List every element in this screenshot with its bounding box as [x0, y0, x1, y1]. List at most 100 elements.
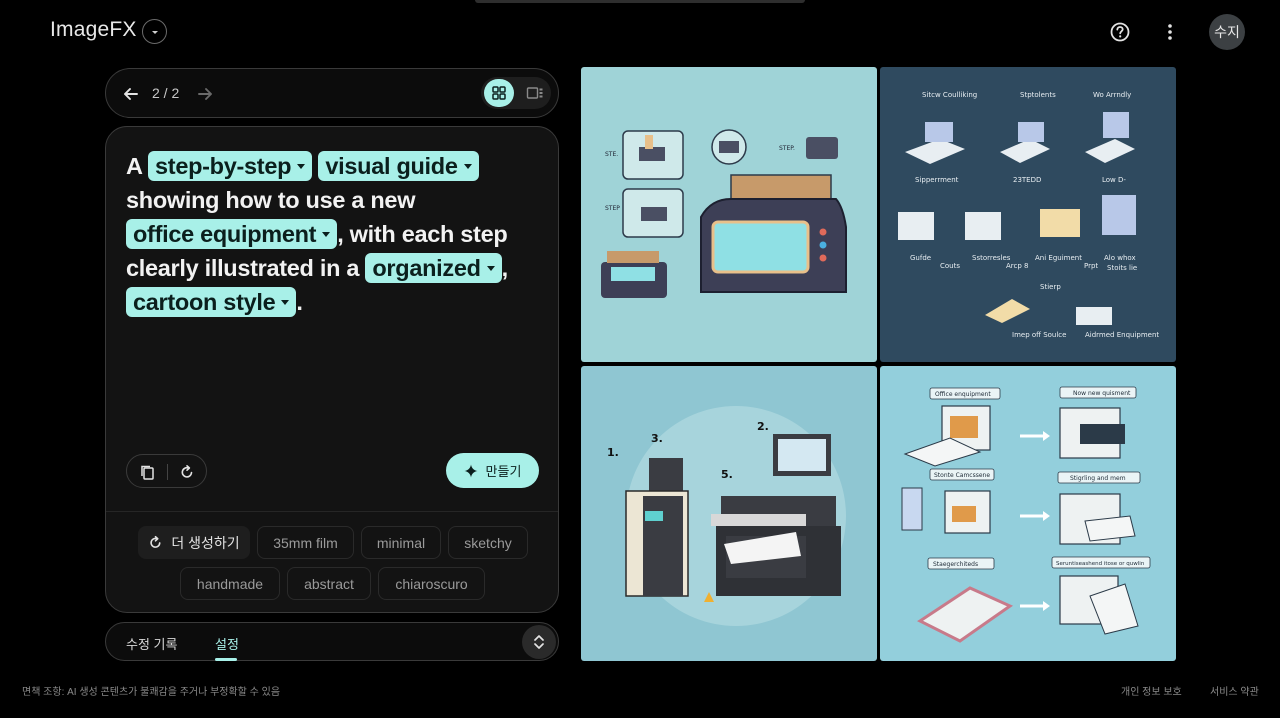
step-caption: Office enquipment	[935, 391, 991, 398]
diagram-label: Sstorresles	[972, 254, 1011, 262]
diagram-label: 23TEDD	[1013, 176, 1041, 184]
image-counter: 2 / 2	[152, 85, 180, 101]
diagram-label: Alo whox	[1104, 254, 1136, 262]
diagram-label: Prpt	[1084, 262, 1098, 270]
help-button[interactable]	[1108, 20, 1132, 44]
bottom-tabs: 수정 기록 설정	[105, 622, 559, 661]
more-options-button[interactable]	[1158, 20, 1182, 44]
single-view-button[interactable]	[521, 79, 549, 107]
prompt-text-segment: showing how to use a new	[126, 187, 416, 213]
chevron-down-icon	[281, 299, 290, 305]
generated-image-3[interactable]: 1. 3. 2. 5.	[581, 366, 877, 661]
suggestion-chip[interactable]: abstract	[287, 567, 371, 600]
suggestion-chip[interactable]: handmade	[180, 567, 280, 600]
image-navigation: 2 / 2	[105, 68, 559, 118]
prompt-chip[interactable]: visual guide	[318, 151, 479, 181]
copy-button[interactable]	[137, 462, 157, 482]
top-progress-line	[475, 0, 805, 3]
prompt-chip-label: cartoon style	[133, 289, 276, 315]
refresh-icon	[181, 465, 193, 478]
image-illustration: Office enquipment Now new quisment Stont…	[901, 386, 1151, 643]
tab-history[interactable]: 수정 기록	[126, 634, 177, 653]
top-bar: ImageFX 수지	[0, 0, 1280, 64]
step-number: 2.	[757, 420, 769, 433]
disclaimer-text: 면책 조항: AI 생성 콘텐츠가 불쾌감을 주거나 부정확할 수 있음	[22, 687, 281, 698]
prompt-tools	[126, 454, 207, 488]
chevron-down-icon	[297, 163, 306, 169]
view-toggle	[481, 77, 551, 109]
suggestion-chip[interactable]: chiaroscuro	[378, 567, 485, 600]
tab-settings[interactable]: 설정	[215, 634, 239, 653]
more-vert-icon	[1168, 24, 1172, 40]
image-illustration: Sitcw Coulliking Stptolents Wo Arrndly S…	[898, 91, 1159, 339]
image-illustration: 1. 3. 2. 5.	[607, 406, 846, 626]
grid-icon	[492, 86, 506, 100]
generated-image-2[interactable]: Sitcw Coulliking Stptolents Wo Arrndly S…	[880, 67, 1176, 362]
suggestion-chip[interactable]: minimal	[361, 526, 441, 559]
expand-panel-button[interactable]	[522, 625, 556, 659]
reset-button[interactable]	[177, 462, 197, 482]
prompt-text[interactable]: A step-by-step visual guide showing how …	[126, 149, 546, 319]
prompt-chip-label: step-by-step	[155, 153, 292, 179]
single-view-icon	[526, 87, 543, 99]
terms-link[interactable]: 서비스 약관	[1210, 683, 1259, 698]
prompt-chip[interactable]: step-by-step	[148, 151, 313, 181]
diagram-label: Stierp	[1040, 283, 1061, 291]
step-label: STEP	[605, 205, 620, 212]
more-suggestions-label: 더 생성하기	[171, 534, 240, 551]
diagram-label: Sipperrment	[915, 176, 959, 184]
diagram-label: Ani Eguiment	[1035, 254, 1082, 262]
image-illustration: STE. STEP. STEP	[601, 129, 847, 298]
grid-view-button[interactable]	[484, 79, 514, 107]
prompt-text-segment: ,	[501, 255, 509, 281]
suggestion-chip[interactable]: 35mm film	[257, 526, 354, 559]
diagram-label: Stptolents	[1020, 91, 1056, 99]
step-number: 1.	[607, 446, 619, 459]
diagram-label: Low D-	[1102, 176, 1126, 184]
divider	[106, 511, 558, 512]
prompt-chip-label: office equipment	[133, 221, 317, 247]
create-button-label: 만들기	[485, 464, 522, 479]
create-button[interactable]: 만들기	[446, 453, 539, 488]
refresh-icon	[150, 535, 161, 548]
diagram-label: Couts	[940, 262, 960, 270]
generated-image-4[interactable]: Office enquipment Now new quisment Stont…	[880, 366, 1176, 661]
step-caption: Stonte Camcssene	[934, 472, 990, 479]
chevron-down-icon	[322, 231, 331, 237]
expand-icon	[534, 635, 544, 649]
active-tab-indicator	[215, 658, 237, 661]
arrow-right-icon	[198, 88, 212, 100]
app-logo[interactable]: ImageFX	[50, 18, 137, 42]
arrow-left-icon	[124, 88, 138, 100]
step-number: 5.	[721, 468, 733, 481]
privacy-link[interactable]: 개인 정보 보호	[1121, 683, 1182, 698]
next-button[interactable]	[193, 82, 217, 106]
help-icon	[1110, 22, 1130, 42]
step-caption: Stigrling and mem	[1070, 475, 1126, 482]
diagram-label: Stoits lie	[1107, 264, 1137, 272]
chevron-down-icon	[151, 30, 158, 34]
diagram-label: Gufde	[910, 254, 931, 262]
app-switcher-button[interactable]	[142, 19, 167, 44]
diagram-label: Sitcw Coulliking	[922, 91, 977, 99]
generated-image-1[interactable]: STE. STEP. STEP	[581, 67, 877, 362]
previous-button[interactable]	[119, 82, 143, 106]
diagram-label: Arcp 8	[1006, 262, 1028, 270]
chevron-down-icon	[486, 265, 495, 271]
diagram-label: Wo Arrndly	[1093, 91, 1131, 99]
prompt-chip[interactable]: organized	[365, 253, 502, 283]
more-suggestions-button[interactable]: 더 생성하기	[138, 526, 250, 559]
prompt-chip[interactable]: office equipment	[126, 219, 338, 249]
avatar[interactable]: 수지	[1209, 14, 1245, 50]
copy-icon	[140, 465, 154, 480]
step-label: STE.	[605, 151, 618, 158]
chevron-down-icon	[463, 163, 472, 169]
sparkle-icon	[464, 464, 478, 477]
step-label: STEP.	[779, 145, 795, 152]
step-caption: Staegerchiteds	[933, 561, 978, 568]
suggestion-chip[interactable]: sketchy	[448, 526, 528, 559]
prompt-text-segment: A	[126, 153, 149, 179]
prompt-card: A step-by-step visual guide showing how …	[105, 126, 559, 613]
step-caption: Seruntiseashend itose or quwlin	[1056, 561, 1145, 567]
prompt-chip[interactable]: cartoon style	[126, 287, 297, 317]
